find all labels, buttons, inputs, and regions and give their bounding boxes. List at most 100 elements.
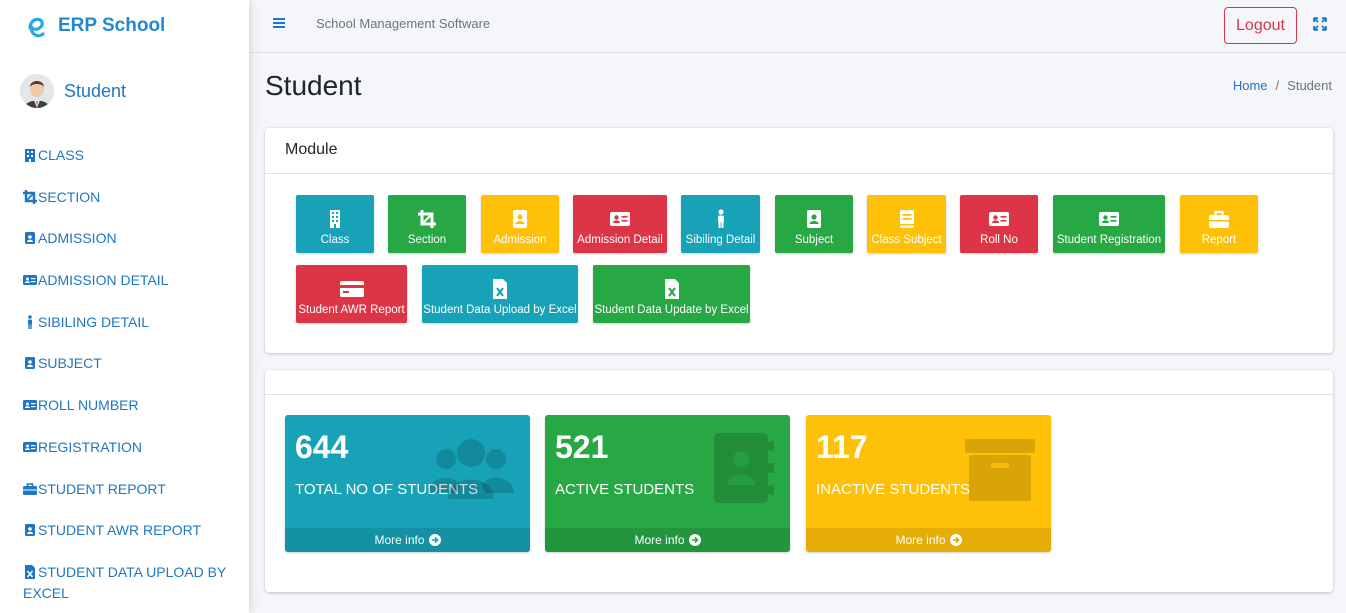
arrow-circle-right-icon [688,534,701,546]
sidebar-item-registration[interactable]: REGISTRATION [0,428,249,470]
sidebar-nav: CLASS SECTION ADMISSION ADMISSION DETAIL… [0,136,249,613]
module-card: Module Class Section Admission Admission… [265,128,1333,353]
id-badge-icon [807,210,821,228]
tile-label: Roll No [980,234,1018,246]
id-badge-icon [513,210,527,228]
module-tile-subject[interactable]: Subject [775,195,853,253]
tile-label: Subject [794,234,834,246]
sidebar-item-label: REGISTRATION [38,438,142,455]
stats-card: 644 TOTAL NO OF STUDENTS More info 521 A… [265,370,1333,592]
briefcase-icon [23,482,37,495]
id-badge-icon [25,232,35,245]
module-tile-report[interactable]: Report [1180,195,1258,253]
excel-file-icon [664,279,679,299]
brand-name: ERP School [58,15,166,36]
stat-box-inactive-students: 117 INACTIVE STUDENTS More info [806,415,1051,552]
more-info-label: More info [895,533,946,547]
sidebar-item-student-awr-report[interactable]: STUDENT AWR REPORT [0,511,249,553]
tile-label: Admission [493,234,547,246]
sidebar-item-student-report[interactable]: STUDENT REPORT [0,470,249,512]
hamburger-menu-icon[interactable] [273,17,285,29]
id-badge-icon [25,524,35,537]
topbar-title: School Management Software [316,16,491,31]
module-tile-sibiling-detail[interactable]: Sibiling Detail [681,195,760,253]
tile-label: Student AWR Report [298,304,405,316]
fullscreen-icon[interactable] [1313,17,1327,31]
breadcrumb: Home / Student [1233,78,1332,93]
sidebar-item-label: ADMISSION DETAIL [38,272,169,289]
user-panel[interactable]: Student [0,54,249,128]
sidebar-item-admission-detail[interactable]: ADMISSION DETAIL [0,261,249,303]
stat-number: 521 [555,429,609,465]
id-card-icon [23,400,37,411]
brand[interactable]: ERP School [0,0,249,52]
sidebar-item-text: STUDENT DATA UPLOAD BY EXCEL [23,562,229,604]
credit-card-icon [339,281,364,297]
sidebar-item-label: SECTION [38,188,101,205]
module-tile-admission[interactable]: Admission [481,195,559,253]
brand-logo-icon [22,9,48,43]
tile-label: Section [407,234,447,246]
module-tile-section[interactable]: Section [388,195,466,253]
crop-icon [23,189,37,204]
crop-icon [418,210,436,228]
module-tile-student-awr-report[interactable]: Student AWR Report [296,265,407,323]
id-card-icon [23,441,37,452]
sidebar-item-sibiling-detail[interactable]: SIBILING DETAIL [0,303,249,345]
stat-label: ACTIVE STUDENTS [555,481,695,498]
stat-number: 117 [816,429,868,465]
excel-file-icon [25,564,35,579]
tile-label: Class Subject [871,234,942,246]
book-icon [899,210,914,228]
briefcase-icon [1209,210,1229,228]
id-card-icon [1099,212,1119,226]
more-info-link[interactable]: More info [806,528,1051,552]
sidebar-item-label: SUBJECT [38,355,102,372]
sidebar-item-section[interactable]: SECTION [0,178,249,220]
logout-button[interactable]: Logout [1224,7,1297,44]
sidebar-item-label: STUDENT REPORT [38,480,166,497]
user-name: Student [64,80,127,101]
breadcrumb-home-link[interactable]: Home [1233,78,1268,93]
module-tile-student-registration[interactable]: Student Registration [1053,195,1165,253]
tile-label: Admission Detail [577,234,663,246]
sidebar-item-label: CLASS [38,147,84,163]
breadcrumb-current: Student [1287,78,1332,93]
stat-box-active-students: 521 ACTIVE STUDENTS More info [545,415,790,552]
module-tile-class[interactable]: Class [296,195,374,253]
sidebar-item-roll-number[interactable]: ROLL NUMBER [0,386,249,428]
excel-file-icon [493,279,507,299]
sidebar-item-subject[interactable]: SUBJECT [0,344,249,386]
avatar [20,74,54,108]
breadcrumb-separator: / [1275,78,1280,93]
more-info-link[interactable]: More info [545,528,790,552]
module-tile-admission-detail[interactable]: Admission Detail [573,195,667,253]
page-title: Student [265,70,362,101]
tile-label: Report [1201,234,1237,246]
arrow-circle-right-icon [428,534,441,546]
more-info-link[interactable]: More info [285,528,530,552]
address-book-icon [714,433,774,503]
tile-label: Class [320,234,350,246]
tile-label: Sibiling Detail [685,234,756,246]
module-tile-roll-no[interactable]: Roll No [960,195,1038,253]
stat-box-total-students: 644 TOTAL NO OF STUDENTS More info [285,415,530,552]
sidebar-item-class[interactable]: CLASS [0,136,249,178]
module-tile-student-data-upload[interactable]: Student Data Upload by Excel [422,265,578,323]
tile-label: Student Registration [1056,234,1162,246]
person-icon [28,314,32,329]
sidebar-item-label: SIBILING DETAIL [38,313,149,330]
tile-label: Student Data Upload by Excel [423,304,577,316]
tile-label: Student Data Update by Excel [594,304,749,316]
sidebar-item-label: STUDENT DATA UPLOAD BY EXCEL [23,563,227,601]
stat-number: 644 [295,429,349,465]
sidebar-item-label: ROLL NUMBER [38,397,139,414]
module-tile-class-subject[interactable]: Class Subject [867,195,946,253]
building-icon [330,210,340,228]
sidebar-item-admission[interactable]: ADMISSION [0,219,249,261]
module-tile-student-data-update[interactable]: Student Data Update by Excel [593,265,750,323]
users-icon [428,439,514,499]
building-icon [25,149,35,162]
sidebar-item-student-data-upload[interactable]: STUDENT DATA UPLOAD BY EXCEL [0,553,249,613]
id-card-icon [989,212,1009,226]
